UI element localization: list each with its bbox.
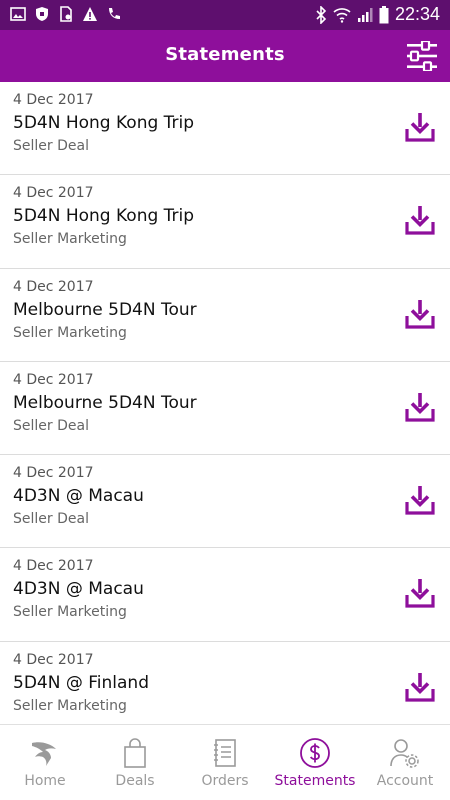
- bottom-tab-bar: Home Deals Orders Statements Account: [0, 724, 450, 800]
- statements-list: 4 Dec 2017 5D4N Hong Kong Trip Seller Deal…: [0, 82, 450, 724]
- statement-type: Seller Marketing: [13, 324, 127, 341]
- tab-label: Orders: [201, 773, 249, 789]
- sliders-icon[interactable]: [406, 41, 438, 71]
- shield-icon: [36, 7, 48, 21]
- wifi-icon: [333, 7, 351, 23]
- app-bar: Statements: [0, 30, 450, 82]
- statement-date: 4 Dec 2017: [13, 278, 94, 295]
- statement-date: 4 Dec 2017: [13, 185, 94, 202]
- statement-row[interactable]: 4 Dec 2017 Melbourne 5D4N Tour Seller Deal: [0, 361, 450, 456]
- tab-deals[interactable]: Deals: [90, 725, 180, 800]
- battery-icon: [379, 5, 389, 23]
- statement-title: 5D4N @ Finland: [13, 672, 149, 693]
- download-icon[interactable]: [404, 391, 436, 423]
- status-bar: 22:34: [0, 0, 450, 30]
- statement-row[interactable]: 4 Dec 2017 Melbourne 5D4N Tour Seller Mark…: [0, 268, 450, 362]
- download-icon[interactable]: [404, 484, 436, 516]
- statement-type: Seller Deal: [13, 138, 89, 154]
- download-icon[interactable]: [404, 204, 436, 236]
- statement-date: 4 Dec 2017: [13, 465, 94, 482]
- tab-orders[interactable]: Orders: [180, 725, 270, 800]
- download-icon[interactable]: [404, 577, 436, 609]
- statement-title: 4D3N @ Macau: [13, 486, 144, 507]
- tab-account[interactable]: Account: [360, 725, 450, 800]
- warning-icon: [83, 7, 97, 21]
- download-icon[interactable]: [404, 298, 436, 330]
- statement-date: 4 Dec 2017: [13, 92, 94, 108]
- home-logo-icon: [32, 742, 56, 766]
- system-icons: 22:34: [315, 4, 440, 25]
- tab-home[interactable]: Home: [0, 725, 90, 800]
- statement-row[interactable]: 4 Dec 2017 5D4N Hong Kong Trip Seller Mark…: [0, 175, 450, 269]
- statement-type: Seller Marketing: [13, 604, 127, 621]
- tab-statements[interactable]: Statements: [270, 725, 360, 800]
- tab-label: Deals: [115, 773, 155, 789]
- statement-title: Melbourne 5D4N Tour: [13, 299, 197, 320]
- shopping-bag-icon: [124, 738, 146, 768]
- statement-date: 4 Dec 2017: [13, 558, 94, 575]
- statement-title: 5D4N Hong Kong Trip: [13, 113, 195, 133]
- statement-row[interactable]: 4 Dec 2017 5D4N Hong Kong Trip Seller Deal: [0, 82, 450, 176]
- bluetooth-icon: [316, 5, 327, 24]
- call-forward-icon: [109, 8, 120, 19]
- image-icon: [10, 7, 26, 21]
- clock: 22:34: [394, 4, 440, 24]
- page-title: Statements: [165, 44, 285, 65]
- signal-icon: [357, 7, 373, 22]
- statement-type: Seller Deal: [13, 511, 89, 528]
- statement-date: 4 Dec 2017: [13, 651, 94, 668]
- statement-row[interactable]: 4 Dec 2017 5D4N @ Finland Seller Marketing: [0, 641, 450, 724]
- notebook-icon: [214, 739, 236, 767]
- dollar-circle-icon: [300, 738, 330, 768]
- statement-title: 4D3N @ Macau: [13, 579, 144, 600]
- user-gear-icon: [390, 739, 419, 768]
- tab-label: Statements: [274, 773, 356, 789]
- statement-title: Melbourne 5D4N Tour: [13, 392, 197, 413]
- statement-title: 5D4N Hong Kong Trip: [13, 206, 195, 227]
- tab-label: Account: [376, 773, 434, 789]
- statement-type: Seller Deal: [13, 417, 89, 434]
- sim-card-icon: [60, 6, 72, 22]
- statement-type: Seller Marketing: [13, 231, 127, 248]
- statement-row[interactable]: 4 Dec 2017 4D3N @ Macau Seller Deal: [0, 455, 450, 549]
- tab-label: Home: [24, 773, 66, 789]
- statement-date: 4 Dec 2017: [13, 371, 94, 388]
- download-icon[interactable]: [404, 671, 436, 703]
- statement-type: Seller Marketing: [13, 697, 127, 714]
- statement-row[interactable]: 4 Dec 2017 4D3N @ Macau Seller Marketing: [0, 548, 450, 642]
- download-icon[interactable]: [404, 111, 436, 143]
- notification-icons: [10, 6, 122, 22]
